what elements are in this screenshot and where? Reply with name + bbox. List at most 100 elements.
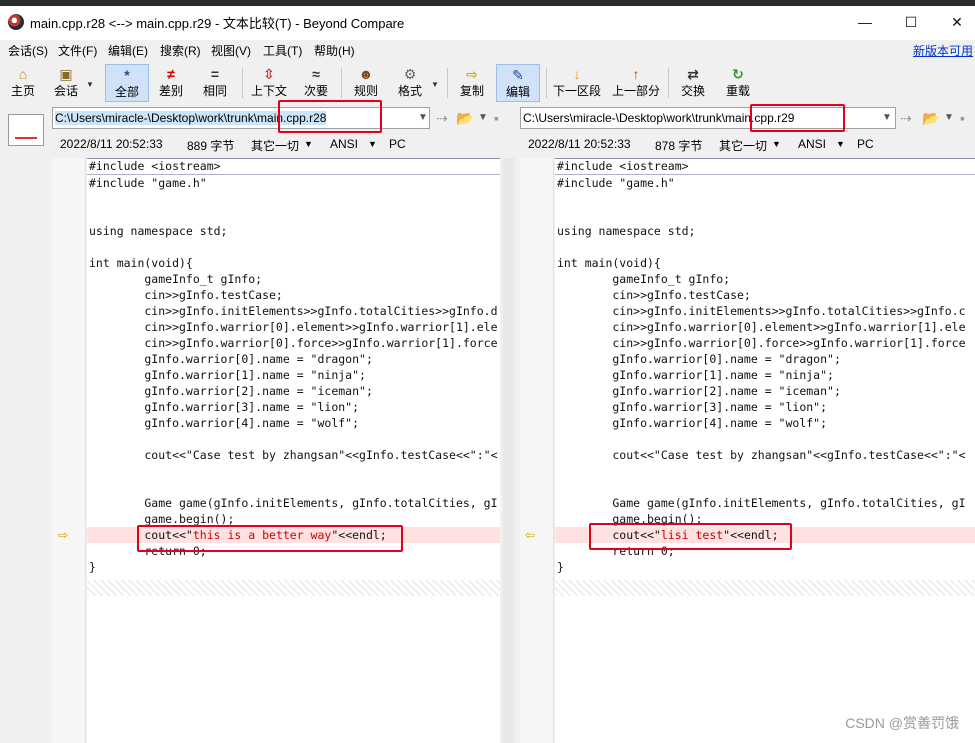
maximize-button[interactable]: ☐ <box>888 8 934 36</box>
home-button[interactable]: ⌂ 主页 <box>6 64 40 102</box>
format-dropdown-icon[interactable]: ▼ <box>431 80 439 89</box>
menu-file[interactable]: 文件(F) <box>58 42 97 59</box>
approx-icon: ≈ <box>312 66 320 82</box>
left-diff-arrow-icon[interactable]: ⇨ <box>58 529 72 541</box>
left-line-ending[interactable]: PC <box>389 137 406 151</box>
toolbar-separator <box>668 68 669 98</box>
right-save-icon[interactable]: ▪ <box>960 110 965 126</box>
menu-session[interactable]: 会话(S) <box>8 42 48 59</box>
left-gutter <box>52 158 86 743</box>
right-code-line: cin>>gInfo.warrior[0].force>>gInfo.warri… <box>557 336 966 350</box>
left-file-info: 2022/8/11 20:52:33 889 字节 其它一切 ▼ ANSI ▼ … <box>60 136 500 154</box>
left-history-icon[interactable]: ⇢ <box>436 110 448 127</box>
gear-icon: ⚙ <box>403 66 417 82</box>
left-encoding-dropdown-icon[interactable]: ▼ <box>368 139 377 149</box>
session-dropdown-icon[interactable]: ▼ <box>86 80 94 89</box>
copy-button[interactable]: ⇨ 复制 <box>454 64 490 102</box>
right-filter-dropdown-icon[interactable]: ▼ <box>772 139 781 149</box>
right-code-line: gInfo.warrior[0].name = "dragon"; <box>557 352 841 366</box>
left-code-line <box>87 191 500 207</box>
left-path-dropdown-icon[interactable]: ▼ <box>416 107 430 129</box>
right-history-icon[interactable]: ⇢ <box>900 110 912 127</box>
show-diffs-button[interactable]: ≠ 差别 <box>153 64 189 102</box>
edit-button[interactable]: ✎ 编辑 <box>496 64 540 102</box>
new-version-link[interactable]: 新版本可用 <box>913 42 973 59</box>
session-button[interactable]: ▣ 会话 <box>48 64 84 102</box>
left-filter-select[interactable]: 其它一切 <box>251 137 299 154</box>
left-diff-highlight <box>137 525 403 552</box>
right-file-size: 878 字节 <box>655 139 703 153</box>
left-code-line: Game game(gInfo.initElements, gInfo.tota… <box>89 496 498 510</box>
left-code-line: gInfo.warrior[0].name = "dragon"; <box>89 352 373 366</box>
right-folder-dropdown-icon[interactable]: ▼ <box>942 107 956 129</box>
arrow-up-icon: ↑ <box>632 66 640 82</box>
right-code-line: int main(void){ <box>557 256 661 270</box>
right-open-folder-icon[interactable]: 📂 <box>922 110 939 127</box>
left-folder-dropdown-icon[interactable]: ▼ <box>476 107 490 129</box>
right-code-line <box>555 431 975 447</box>
reload-button[interactable]: ↻ 重载 <box>720 64 756 102</box>
right-code-line: cin>>gInfo.initElements>>gInfo.totalCiti… <box>557 304 966 318</box>
show-all-button[interactable]: * 全部 <box>105 64 149 102</box>
menu-edit[interactable]: 编辑(E) <box>108 42 148 59</box>
right-code-pane[interactable]: #include <iostream> #include "game.h" usin… <box>555 158 975 743</box>
pane-divider[interactable] <box>503 158 515 743</box>
left-file-date: 2022/8/11 20:52:33 <box>60 137 163 151</box>
menu-view[interactable]: 视图(V) <box>211 42 251 59</box>
equal-icon: = <box>210 66 220 82</box>
overview-thumbnail[interactable] <box>8 114 44 146</box>
format-button[interactable]: ⚙ 格式 <box>392 64 428 102</box>
left-code-line: gInfo.warrior[3].name = "lion"; <box>89 400 360 414</box>
left-code-line <box>87 431 500 447</box>
menu-tools[interactable]: 工具(T) <box>263 42 302 59</box>
right-code-line: gameInfo_t gInfo; <box>557 272 731 286</box>
right-encoding-select[interactable]: ANSI <box>798 137 826 151</box>
right-end-of-file-hatch <box>555 580 975 596</box>
rules-button[interactable]: ☻ 规则 <box>348 64 384 102</box>
right-line-ending[interactable]: PC <box>857 137 874 151</box>
right-code-line: gInfo.warrior[4].name = "wolf"; <box>557 416 828 430</box>
right-code: #include <iostream> #include "game.h" usin… <box>555 158 975 596</box>
right-code-line: #include <iostream> <box>555 158 975 175</box>
left-code-line: #include "game.h" <box>89 176 207 190</box>
left-code-pane[interactable]: #include <iostream> #include "game.h" usin… <box>87 158 500 743</box>
close-button[interactable]: ✕ <box>934 8 975 36</box>
swap-button[interactable]: ⇄ 交换 <box>675 64 711 102</box>
menu-bar: 会话(S) 文件(F) 编辑(E) 搜索(R) 视图(V) 工具(T) 帮助(H… <box>0 40 975 60</box>
left-code-line: using namespace std; <box>89 224 228 238</box>
right-code-line <box>555 479 975 495</box>
home-icon: ⌂ <box>18 66 28 82</box>
menu-help[interactable]: 帮助(H) <box>314 42 355 59</box>
left-open-folder-icon[interactable]: 📂 <box>456 110 473 127</box>
menu-search[interactable]: 搜索(R) <box>160 42 201 59</box>
right-code-line: gInfo.warrior[2].name = "iceman"; <box>557 384 841 398</box>
minimize-button[interactable]: — <box>842 8 888 36</box>
left-code-line: cin>>gInfo.warrior[0].force>>gInfo.warri… <box>89 336 498 350</box>
right-filter-select[interactable]: 其它一切 <box>719 137 767 154</box>
briefcase-icon: ▣ <box>59 66 73 82</box>
left-filter-dropdown-icon[interactable]: ▼ <box>304 139 313 149</box>
context-button[interactable]: ⇳ 上下文 <box>248 64 290 102</box>
toolbar-separator <box>242 68 243 98</box>
next-section-button[interactable]: ↓ 下一区段 <box>551 64 603 102</box>
asterisk-icon: * <box>124 67 130 83</box>
left-code-line: cin>>gInfo.testCase; <box>89 288 283 302</box>
right-code-line: gInfo.warrior[1].name = "ninja"; <box>557 368 834 382</box>
person-icon: ☻ <box>358 66 374 82</box>
right-encoding-dropdown-icon[interactable]: ▼ <box>836 139 845 149</box>
right-file-date: 2022/8/11 20:52:33 <box>528 137 631 151</box>
toolbar-separator <box>447 68 448 98</box>
right-code-line: cout<<"Case test by zhangsan"<<gInfo.tes… <box>557 448 966 462</box>
right-diff-arrow-icon[interactable]: ⇦ <box>525 529 539 541</box>
context-icon: ⇳ <box>263 66 275 82</box>
prev-section-button[interactable]: ↑ 上一部分 <box>610 64 662 102</box>
window-title: main.cpp.r28 <--> main.cpp.r29 - 文本比较(T)… <box>30 16 405 31</box>
left-save-icon[interactable]: ▪ <box>494 110 499 126</box>
right-code-line: gInfo.warrior[3].name = "lion"; <box>557 400 828 414</box>
show-same-button[interactable]: = 相同 <box>197 64 233 102</box>
swap-icon: ⇄ <box>687 66 699 82</box>
minor-button[interactable]: ≈ 次要 <box>298 64 334 102</box>
right-path-dropdown-icon[interactable]: ▼ <box>880 107 894 129</box>
right-code-line: } <box>557 560 564 574</box>
left-encoding-select[interactable]: ANSI <box>330 137 358 151</box>
